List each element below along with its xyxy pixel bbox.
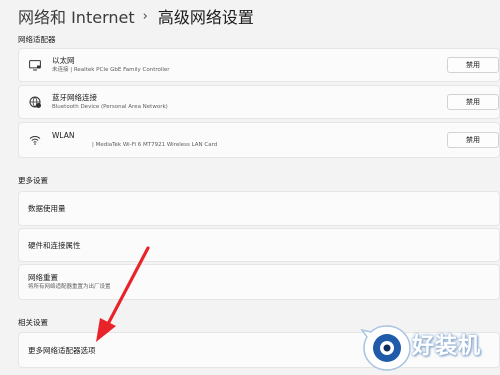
section-label-adapters: 网络适配器 [18, 35, 56, 44]
network-reset-subtitle: 将所有网络适配器重置为出厂设置 [28, 284, 111, 290]
hardware-properties-item[interactable]: 硬件和连接属性 [18, 228, 500, 262]
section-label-related: 相关设置 [18, 318, 48, 327]
data-usage-label: 数据使用量 [28, 204, 66, 213]
wifi-icon [28, 133, 42, 147]
more-adapter-options-label: 更多网络适配器选项 [28, 345, 96, 355]
watermark-text: 好装机 [412, 334, 482, 359]
adapter-title: 以太网 [52, 56, 75, 65]
section-label-more-settings: 更多设置 [18, 176, 48, 185]
disable-bluetooth-button[interactable]: 禁用 [447, 94, 499, 110]
disable-ethernet-button[interactable]: 禁用 [447, 57, 499, 73]
network-reset-item[interactable]: 网络重置 将所有网络适配器重置为出厂设置 [18, 264, 500, 300]
adapter-title: WLAN [52, 131, 75, 140]
bluetooth-network-icon [28, 95, 42, 109]
page-title: 高级网络设置 [157, 8, 254, 27]
data-usage-item[interactable]: 数据使用量 [18, 191, 500, 226]
breadcrumb: 网络和 Internet › 高级网络设置 [18, 4, 254, 28]
adapter-subtitle: 未连接 | Realtek PCIe GbE Family Controller [52, 67, 170, 73]
disable-wlan-button[interactable]: 禁用 [447, 132, 499, 148]
watermark: 好装机 [360, 318, 500, 375]
adapter-subtitle: Bluetooth Device (Personal Area Network) [52, 104, 168, 110]
adapter-row-bluetooth: 蓝牙网络连接 Bluetooth Device (Personal Area N… [18, 85, 500, 119]
breadcrumb-parent-link[interactable]: 网络和 Internet [18, 4, 135, 28]
adapter-subtitle: | MediaTek Wi-Fi 6 MT7921 Wireless LAN C… [92, 142, 218, 148]
adapter-title: 蓝牙网络连接 [52, 93, 97, 102]
hardware-properties-label: 硬件和连接属性 [28, 240, 81, 250]
ethernet-icon [28, 58, 42, 72]
eye-logo-icon [360, 325, 411, 371]
network-reset-label: 网络重置 [28, 273, 58, 282]
adapter-row-ethernet: 以太网 未连接 | Realtek PCIe GbE Family Contro… [18, 48, 500, 82]
breadcrumb-separator: › [142, 8, 148, 24]
adapter-row-wlan: WLAN | MediaTek Wi-Fi 6 MT7921 Wireless … [18, 122, 500, 158]
